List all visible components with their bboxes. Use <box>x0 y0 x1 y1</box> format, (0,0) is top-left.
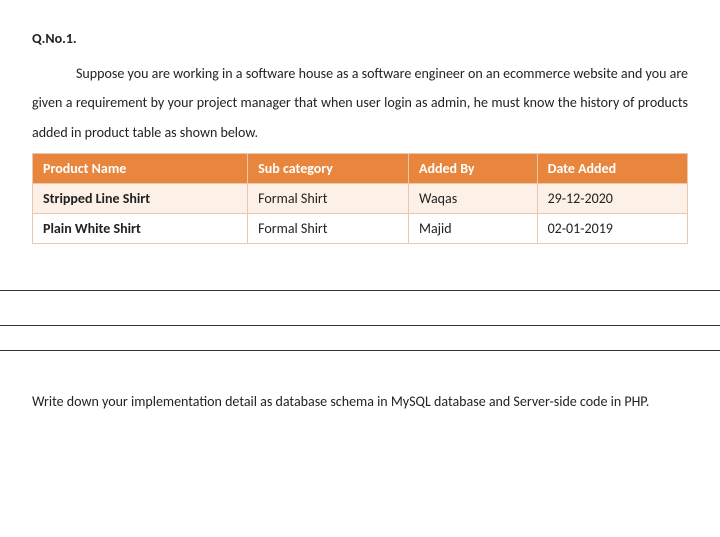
cell-date-added: 29-12-2020 <box>537 184 687 214</box>
cell-product-name: Plain White Shirt <box>33 214 248 244</box>
question-prompt-text: Suppose you are working in a software ho… <box>32 65 688 141</box>
cell-added-by: Waqas <box>408 184 537 214</box>
product-history-table: Product Name Sub category Added By Date … <box>32 153 688 244</box>
col-sub-category: Sub category <box>248 154 409 184</box>
table-row: Plain White Shirt Formal Shirt Majid 02-… <box>33 214 688 244</box>
table-header-row: Product Name Sub category Added By Date … <box>33 154 688 184</box>
followup-instruction: Write down your implementation detail as… <box>0 351 720 416</box>
cell-sub-category: Formal Shirt <box>248 214 409 244</box>
col-product-name: Product Name <box>33 154 248 184</box>
table-row: Stripped Line Shirt Formal Shirt Waqas 2… <box>33 184 688 214</box>
question-number: Q.No.1. <box>32 30 688 47</box>
divider-block <box>0 290 720 326</box>
cell-sub-category: Formal Shirt <box>248 184 409 214</box>
cell-date-added: 02-01-2019 <box>537 214 687 244</box>
question-prompt: Suppose you are working in a software ho… <box>32 59 688 147</box>
cell-added-by: Majid <box>408 214 537 244</box>
col-date-added: Date Added <box>537 154 687 184</box>
col-added-by: Added By <box>408 154 537 184</box>
cell-product-name: Stripped Line Shirt <box>33 184 248 214</box>
